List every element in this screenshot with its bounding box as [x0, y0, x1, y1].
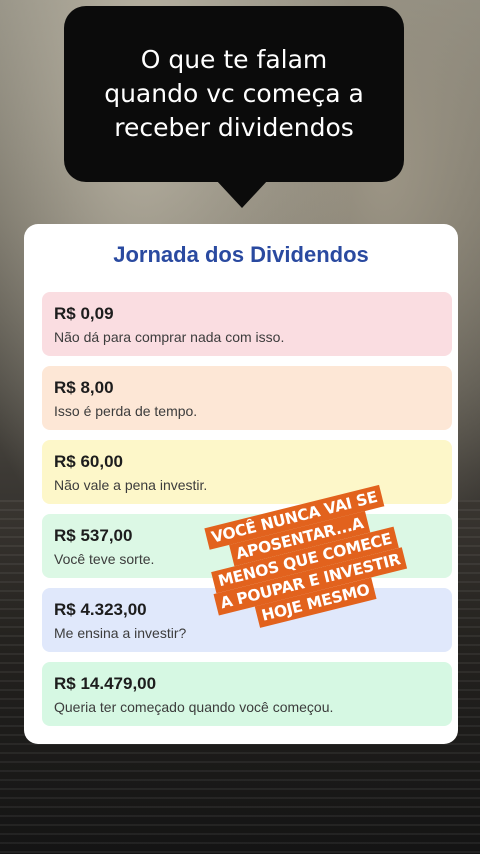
message-label: Isso é perda de tempo.: [54, 403, 198, 419]
amount-label: R$ 8,00: [54, 378, 114, 397]
list-item: R$ 0,09 Não dá para comprar nada com iss…: [42, 292, 452, 356]
message-label: Queria ter começado quando você começou.: [54, 699, 334, 715]
list-item: R$ 60,00 Não vale a pena investir.: [42, 440, 452, 504]
caption-bubble: O que te falam quando vc começa a recebe…: [64, 6, 404, 208]
message-label: Você teve sorte.: [54, 551, 155, 567]
amount-label: R$ 0,09: [54, 304, 114, 323]
list-item: R$ 8,00 Isso é perda de tempo.: [42, 366, 452, 430]
dividend-journey-card: Jornada dos Dividendos R$ 0,09 Não dá pa…: [24, 224, 458, 744]
message-label: Me ensina a investir?: [54, 625, 187, 641]
amount-label: R$ 60,00: [54, 452, 123, 471]
list-item: R$ 14.479,00 Queria ter começado quando …: [42, 662, 452, 726]
amount-label: R$ 537,00: [54, 526, 133, 545]
message-label: Não dá para comprar nada com isso.: [54, 329, 285, 345]
message-label: Não vale a pena investir.: [54, 477, 208, 493]
amount-label: R$ 14.479,00: [54, 674, 157, 693]
caption-text: O que te falam quando vc começa a recebe…: [104, 45, 364, 142]
card-title: Jornada dos Dividendos: [113, 242, 369, 267]
amount-label: R$ 4.323,00: [54, 600, 147, 619]
